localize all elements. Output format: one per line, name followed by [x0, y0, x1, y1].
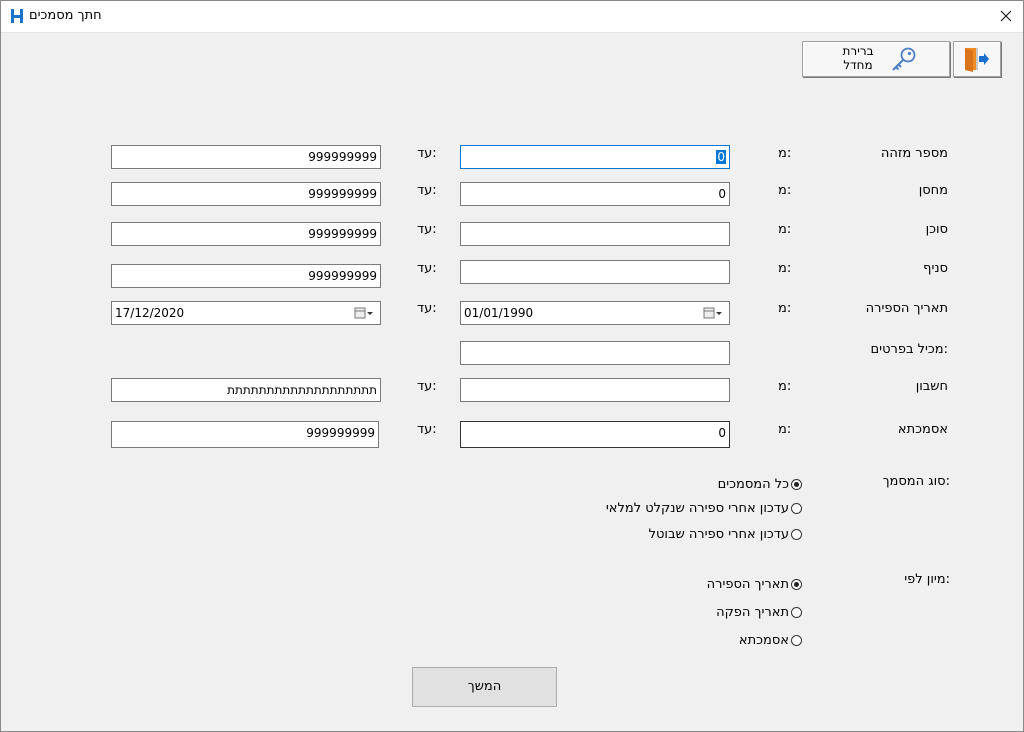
branch-from-input[interactable] [460, 260, 730, 284]
doc-type-option-all-label: כל המסמכים [717, 477, 789, 492]
default-printer-line1: ברירת [842, 44, 874, 58]
row-label-reference: אסמכתא [897, 422, 948, 437]
id-from-value: 0 [716, 150, 726, 164]
from-label-branch: מ: [778, 261, 792, 276]
doc-type-label: סוג המסמך: [882, 474, 950, 489]
contains-details-input[interactable] [460, 341, 730, 365]
from-label-id: מ: [778, 146, 792, 161]
to-label-agent: עד: [417, 222, 437, 237]
exit-button[interactable] [953, 41, 1001, 77]
app-logo-icon [11, 9, 23, 23]
to-label-reference: עד: [417, 422, 437, 437]
from-label-account: מ: [778, 379, 792, 394]
default-printer-line2: מחדל [843, 58, 873, 72]
row-label-account: חשבון [915, 379, 948, 394]
sort-option-count-date[interactable]: תאריך הספירה [707, 577, 802, 592]
from-label-agent: מ: [778, 222, 792, 237]
continue-button[interactable]: המשך [412, 667, 557, 707]
account-to-input[interactable]: תתתתתתתתתתתתתתתתתתת [111, 378, 381, 402]
close-icon[interactable] [996, 6, 1016, 26]
radio-selected[interactable] [791, 579, 802, 590]
warehouse-to-input[interactable]: 999999999 [111, 182, 381, 206]
doc-type-option-applied-label: עדכון אחרי ספירה שנקלט למלאי [605, 501, 789, 516]
from-label-date: מ: [778, 301, 792, 316]
radio-unselected[interactable] [791, 529, 802, 540]
row-label-agent: סוכן [925, 222, 948, 237]
row-label-contains: מכיל בפרטים: [870, 342, 948, 357]
calendar-icon[interactable] [703, 307, 723, 320]
count-date-from-picker[interactable]: 01/01/1990 [460, 301, 730, 325]
sort-option-count-date-label: תאריך הספירה [706, 577, 789, 592]
sort-option-reference-label: אסמכתא [738, 633, 789, 648]
window-title: חתך מסמכים [29, 8, 102, 23]
doc-type-option-applied[interactable]: עדכון אחרי ספירה שנקלט למלאי [606, 501, 802, 516]
sort-option-reference[interactable]: אסמכתא [739, 633, 802, 648]
default-printer-button[interactable]: ברירת מחדל [802, 41, 950, 77]
from-label-reference: מ: [778, 422, 792, 437]
row-label-warehouse: מחסן [918, 183, 948, 198]
doc-type-option-all[interactable]: כל המסמכים [718, 477, 802, 492]
to-label-id: עד: [417, 146, 437, 161]
count-date-to-value: 17/12/2020 [115, 306, 185, 320]
radio-unselected[interactable] [791, 607, 802, 618]
id-to-input[interactable]: 999999999 [111, 145, 381, 169]
row-label-id: מספר מזהה [880, 146, 948, 161]
count-date-from-value: 01/01/1990 [464, 306, 534, 320]
warehouse-from-input[interactable]: 0 [460, 182, 730, 206]
sort-option-issue-date[interactable]: תאריך הפקה [716, 605, 802, 620]
key-icon [892, 47, 916, 71]
to-label-date: עד: [417, 301, 437, 316]
radio-selected[interactable] [791, 479, 802, 490]
calendar-icon[interactable] [354, 307, 374, 320]
from-label-warehouse: מ: [778, 183, 792, 198]
id-from-input[interactable]: 0 [460, 145, 730, 169]
count-date-to-picker[interactable]: 17/12/2020 [111, 301, 381, 325]
account-from-input[interactable] [460, 378, 730, 402]
title-bar: חתך מסמכים [0, 0, 1024, 33]
doc-type-option-cancelled-label: עדכון אחרי ספירה שבוטל [648, 527, 789, 542]
agent-from-input[interactable] [460, 222, 730, 246]
to-label-branch: עד: [417, 261, 437, 276]
window-frame [0, 0, 1024, 732]
reference-to-input[interactable]: 999999999 [111, 421, 379, 448]
row-label-branch: סניף [923, 261, 948, 276]
radio-unselected[interactable] [791, 635, 802, 646]
agent-to-input[interactable]: 999999999 [111, 222, 381, 246]
sort-by-label: מיון לפי: [904, 572, 950, 587]
sort-option-issue-date-label: תאריך הפקה [716, 605, 789, 620]
radio-unselected[interactable] [791, 503, 802, 514]
exit-door-icon [965, 48, 989, 72]
to-label-account: עד: [417, 379, 437, 394]
branch-to-input[interactable]: 999999999 [111, 264, 381, 288]
reference-from-input[interactable]: 0 [460, 421, 730, 448]
row-label-count-date: תאריך הספירה [865, 301, 948, 316]
doc-type-option-cancelled[interactable]: עדכון אחרי ספירה שבוטל [649, 527, 802, 542]
to-label-warehouse: עד: [417, 183, 437, 198]
